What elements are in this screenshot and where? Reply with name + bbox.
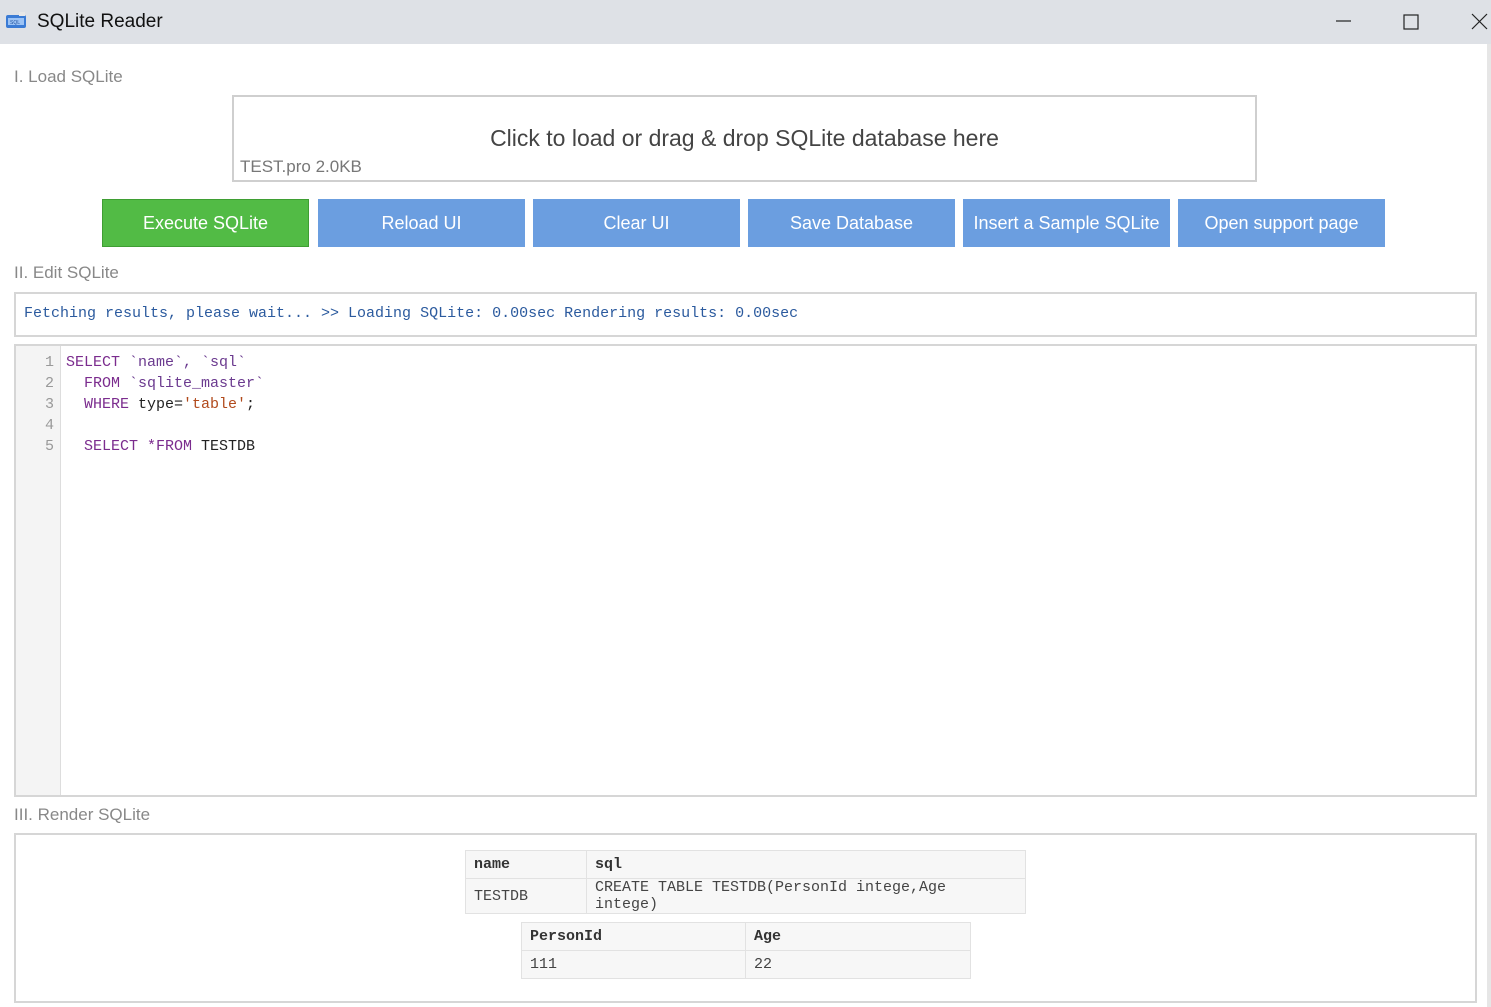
table-cell: CREATE TABLE TESTDB(PersonId intege,Age …	[586, 878, 1026, 914]
close-button[interactable]	[1449, 0, 1491, 44]
open-support-button[interactable]: Open support page	[1178, 199, 1385, 247]
table-header-row: PersonId Age	[521, 922, 971, 951]
code-string: 'table'	[183, 396, 247, 413]
table-header-row: name sql	[465, 850, 1026, 879]
minimize-icon	[1336, 20, 1351, 22]
code-keyword: SELECT	[66, 354, 121, 371]
minimize-button[interactable]	[1313, 0, 1373, 44]
code-keyword: SELECT *FROM	[66, 438, 193, 455]
table-row: TESTDB CREATE TABLE TESTDB(PersonId inte…	[465, 878, 1026, 914]
section-load-label: I. Load SQLite	[14, 67, 123, 86]
table-cell: 22	[745, 950, 971, 979]
execute-button[interactable]: Execute SQLite	[102, 199, 309, 247]
code-identifier: `name`, `sql`	[120, 354, 247, 371]
status-text: Fetching results, please wait... >> Load…	[24, 305, 799, 322]
file-dropzone[interactable]: Click to load or drag & drop SQLite data…	[232, 95, 1257, 182]
code-line: FROM `sqlite_master`	[66, 375, 264, 392]
close-icon	[1471, 13, 1488, 30]
section-render-label: III. Render SQLite	[14, 805, 151, 824]
code-keyword: FROM	[66, 375, 121, 392]
line-number: 3	[44, 396, 54, 413]
maximize-button[interactable]	[1381, 0, 1441, 44]
column-header: PersonId	[521, 922, 746, 951]
code-keyword: WHERE	[66, 396, 130, 413]
maximize-icon	[1403, 14, 1419, 30]
table-cell: TESTDB	[465, 878, 587, 914]
reload-ui-button[interactable]: Reload UI	[318, 199, 525, 247]
insert-sample-button[interactable]: Insert a Sample SQLite	[963, 199, 1170, 247]
window-edge	[1487, 44, 1491, 1007]
dropzone-text: Click to load or drag & drop SQLite data…	[490, 125, 999, 151]
code-line: SELECT `name`, `sql`	[66, 354, 246, 371]
code-line: SELECT *FROM TESTDB	[66, 438, 255, 455]
sql-editor[interactable]: 1 2 3 4 5 SELECT `name`, `sql` FROM `sql…	[14, 344, 1477, 797]
line-number-gutter: 1 2 3 4 5	[16, 346, 61, 795]
window-title: SQLite Reader	[37, 11, 163, 32]
svg-text:SQL: SQL	[10, 20, 20, 26]
clear-ui-button[interactable]: Clear UI	[533, 199, 740, 247]
app-database-icon: SQL	[6, 12, 26, 28]
line-number: 2	[44, 375, 54, 392]
save-database-button[interactable]: Save Database	[748, 199, 955, 247]
column-header: Age	[745, 922, 971, 951]
line-number: 4	[44, 417, 54, 434]
code-identifier: `sqlite_master`	[120, 375, 265, 392]
section-edit-label: II. Edit SQLite	[14, 263, 119, 282]
code-line: WHERE type='table';	[66, 396, 255, 413]
results-table-testdb: PersonId Age 111 22	[521, 922, 971, 979]
code-text: ;	[246, 396, 256, 413]
column-header: name	[465, 850, 587, 879]
status-bar: Fetching results, please wait... >> Load…	[14, 292, 1477, 337]
table-row: 111 22	[521, 950, 971, 979]
code-text: type=	[129, 396, 184, 413]
title-bar: SQL SQLite Reader	[0, 0, 1491, 44]
loaded-file-info: TEST.pro 2.0KB	[240, 157, 362, 176]
code-text: TESTDB	[192, 438, 256, 455]
table-cell: 111	[521, 950, 746, 979]
column-header: sql	[586, 850, 1026, 879]
line-number: 1	[44, 354, 54, 371]
results-table-schema: name sql TESTDB CREATE TABLE TESTDB(Pers…	[465, 850, 1026, 914]
line-number: 5	[44, 438, 54, 455]
